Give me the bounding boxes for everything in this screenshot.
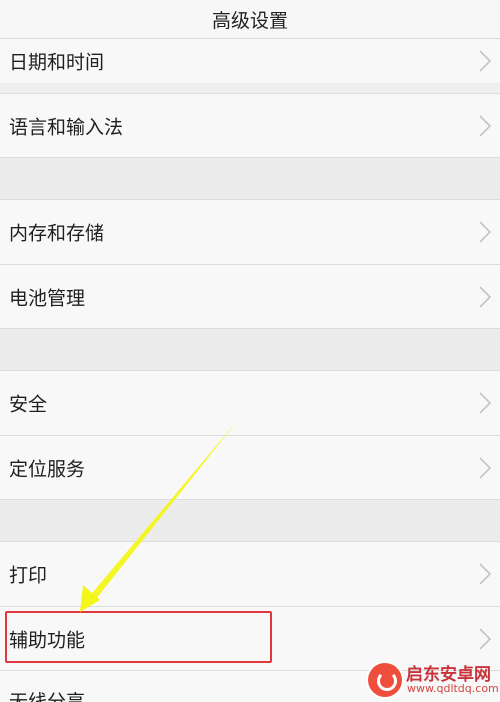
section-gap bbox=[0, 329, 500, 370]
settings-item-security[interactable]: 安全 bbox=[0, 371, 500, 435]
settings-item-print[interactable]: 打印 bbox=[0, 542, 500, 606]
chevron-right-icon bbox=[479, 627, 492, 650]
chevron-right-icon bbox=[479, 456, 492, 479]
chevron-right-icon bbox=[479, 50, 492, 72]
section-gap bbox=[0, 158, 500, 199]
settings-item-label: 电池管理 bbox=[9, 287, 86, 309]
highlight-box bbox=[5, 611, 272, 663]
chevron-right-icon bbox=[479, 563, 492, 585]
settings-item-label: 内存和存储 bbox=[9, 222, 105, 245]
settings-item-date-time[interactable]: 日期和时间 bbox=[0, 39, 500, 83]
settings-item-label: 打印 bbox=[9, 564, 48, 587]
watermark-url: www.qdltdq.com bbox=[407, 682, 499, 695]
settings-item-language-input[interactable]: 语言和输入法 bbox=[0, 94, 500, 157]
settings-item-battery[interactable]: 电池管理 bbox=[0, 265, 500, 328]
settings-item-label: 语言和输入法 bbox=[9, 116, 124, 138]
settings-item-label: 无线分享 bbox=[9, 691, 86, 702]
settings-item-location[interactable]: 定位服务 bbox=[0, 436, 500, 499]
settings-item-memory-storage[interactable]: 内存和存储 bbox=[0, 200, 500, 264]
settings-item-label: 安全 bbox=[9, 393, 48, 416]
chevron-right-icon bbox=[479, 221, 492, 243]
page-header: 高级设置 bbox=[0, 0, 500, 39]
watermark: 启东安卓网 www.qdltdq.com bbox=[366, 660, 499, 700]
chevron-right-icon bbox=[479, 114, 492, 137]
settings-item-label: 日期和时间 bbox=[9, 51, 105, 74]
chevron-right-icon bbox=[479, 392, 492, 414]
section-gap bbox=[0, 500, 500, 541]
page-title: 高级设置 bbox=[211, 9, 288, 32]
watermark-logo-icon bbox=[368, 663, 402, 697]
chevron-right-icon bbox=[479, 285, 492, 308]
settings-item-label: 定位服务 bbox=[9, 458, 86, 480]
